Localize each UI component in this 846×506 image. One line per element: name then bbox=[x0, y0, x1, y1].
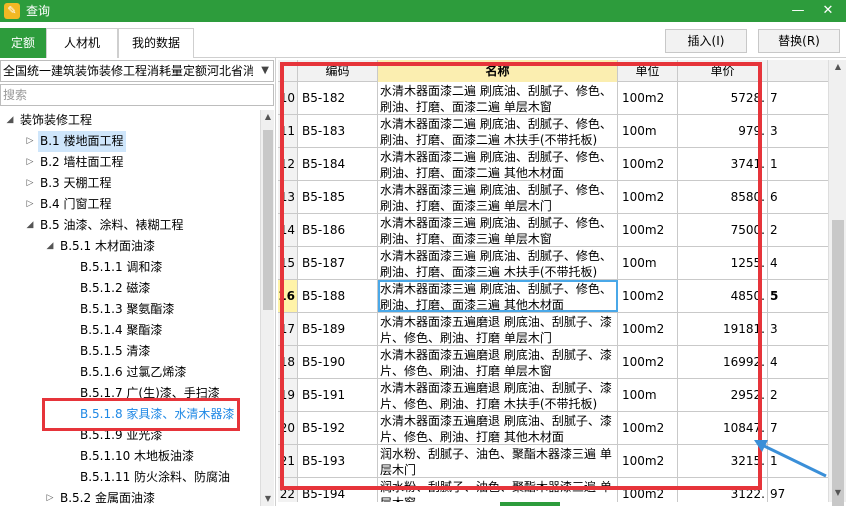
tree-item-label: B.5.1.10 木地板油漆 bbox=[80, 449, 195, 463]
extra-cell: 3 bbox=[768, 313, 828, 345]
close-button[interactable]: ✕ bbox=[814, 0, 842, 22]
tree-item[interactable]: ▷ B.4 门窗工程 bbox=[0, 194, 260, 215]
expand-caret-icon[interactable]: ▷ bbox=[24, 194, 36, 215]
tree-item[interactable]: B.5.1.10 木地板油漆 bbox=[0, 446, 260, 467]
scroll-down-icon[interactable]: ▼ bbox=[831, 486, 845, 500]
title-bar: ✎ 查询 — ✕ bbox=[0, 0, 846, 22]
annotation-box-tree bbox=[42, 398, 240, 431]
tree-item-label: B.5 油漆、涂料、裱糊工程 bbox=[40, 218, 184, 232]
scroll-up-icon[interactable]: ▲ bbox=[261, 110, 275, 124]
tree-item[interactable]: B.5.1.11 防火涂料、防腐油 bbox=[0, 467, 260, 488]
tree-item-label: B.3 天棚工程 bbox=[40, 176, 112, 190]
tree-item[interactable]: B.5.1.2 磁漆 bbox=[0, 278, 260, 299]
expand-caret-icon[interactable]: ▷ bbox=[24, 131, 36, 152]
tree-item-label: B.5.1.3 聚氨酯漆 bbox=[80, 302, 175, 316]
search-box[interactable] bbox=[0, 84, 274, 106]
extra-cell: 6 bbox=[768, 181, 828, 213]
tree-item[interactable]: ▷ B.3 天棚工程 bbox=[0, 173, 260, 194]
tree-scrollbar[interactable]: ▲ ▼ bbox=[260, 110, 274, 506]
tree-item[interactable]: B.5.1.3 聚氨酯漆 bbox=[0, 299, 260, 320]
search-input[interactable] bbox=[1, 85, 273, 105]
tree-item-label: B.5.1.2 磁漆 bbox=[80, 281, 151, 295]
tree-item-label: B.5.1.1 调和漆 bbox=[80, 260, 163, 274]
quota-library-value: 全国统一建筑装饰装修工程消耗量定额河北省消耗 bbox=[3, 64, 253, 78]
tree-item[interactable]: ◢ B.5 油漆、涂料、裱糊工程 bbox=[0, 215, 260, 236]
tree-item[interactable]: ▷ B.5.2 金属面油漆 bbox=[0, 488, 260, 506]
collapse-caret-icon[interactable]: ◢ bbox=[44, 236, 56, 257]
tree-item-label: B.5.2 金属面油漆 bbox=[60, 491, 155, 505]
collapse-caret-icon[interactable]: ◢ bbox=[4, 110, 16, 131]
tree-item-label: B.5.1.5 清漆 bbox=[80, 344, 151, 358]
extra-cell: 7 bbox=[768, 82, 828, 114]
table-scrollbar-thumb[interactable] bbox=[832, 220, 844, 506]
table-scrollbar[interactable]: ▲ ▼ bbox=[828, 60, 846, 506]
expand-caret-icon[interactable]: ▷ bbox=[24, 152, 36, 173]
extra-cell: 4 bbox=[768, 247, 828, 279]
header-extra bbox=[768, 60, 828, 82]
minimize-button[interactable]: — bbox=[784, 0, 812, 22]
replace-button[interactable]: 替换(R) bbox=[758, 29, 840, 53]
chevron-down-icon[interactable]: ▼ bbox=[261, 61, 269, 81]
tab-quota[interactable]: 定额 bbox=[0, 28, 46, 58]
tab-my-data[interactable]: 我的数据 bbox=[118, 28, 194, 58]
tree-item[interactable]: B.5.1.5 清漆 bbox=[0, 341, 260, 362]
tree-item-label: B.5.1 木材面油漆 bbox=[60, 239, 155, 253]
tree-item[interactable]: B.5.1.1 调和漆 bbox=[0, 257, 260, 278]
extra-cell: 1 bbox=[768, 148, 828, 180]
tree-item-label: B.1 楼地面工程 bbox=[38, 131, 126, 152]
scroll-down-icon[interactable]: ▼ bbox=[261, 492, 275, 506]
window-title: 查询 bbox=[26, 4, 51, 18]
chapter-tree: ◢ 装饰装修工程 ▷ B.1 楼地面工程 ▷ B.2 墙柱面工程 ▷ B.3 天棚工程 ▷ B.4… bbox=[0, 110, 260, 506]
scroll-up-icon[interactable]: ▲ bbox=[831, 60, 845, 74]
tree-item-label: B.5.1.6 过氯乙烯漆 bbox=[80, 365, 187, 379]
extra-cell: 97 bbox=[768, 478, 828, 502]
tree-item[interactable]: B.5.1.4 聚酯漆 bbox=[0, 320, 260, 341]
extra-cell: 2 bbox=[768, 214, 828, 246]
tree-item-label: B.4 门窗工程 bbox=[40, 197, 112, 211]
extra-cell: 5 bbox=[768, 280, 828, 312]
app-logo-icon: ✎ bbox=[4, 3, 20, 19]
extra-cell: 4 bbox=[768, 346, 828, 378]
extra-cell: 3 bbox=[768, 115, 828, 147]
expand-caret-icon[interactable]: ▷ bbox=[44, 488, 56, 506]
tree-item-label: B.5.1.4 聚酯漆 bbox=[80, 323, 163, 337]
extra-cell: 2 bbox=[768, 379, 828, 411]
expand-caret-icon[interactable]: ▷ bbox=[24, 173, 36, 194]
annotation-arrow-icon bbox=[754, 440, 827, 478]
tab-labor-material-machine[interactable]: 人材机 bbox=[46, 28, 118, 58]
tree-item-label: 装饰装修工程 bbox=[20, 113, 93, 127]
insert-button[interactable]: 插入(I) bbox=[665, 29, 747, 53]
collapse-caret-icon[interactable]: ◢ bbox=[24, 215, 36, 236]
left-pane: 全国统一建筑装饰装修工程消耗量定额河北省消耗 ▼ ◢装饰装修工程▷B.1 楼地面… bbox=[0, 58, 276, 506]
tree-item[interactable]: B.5.1.6 过氯乙烯漆 bbox=[0, 362, 260, 383]
annotation-box-table bbox=[280, 62, 762, 490]
quota-library-dropdown[interactable]: 全国统一建筑装饰装修工程消耗量定额河北省消耗 ▼ bbox=[0, 60, 274, 82]
tree-item-label: B.5.1.11 防火涂料、防腐油 bbox=[80, 470, 231, 484]
tab-bar: 定额 人材机 我的数据 插入(I) 替换(R) bbox=[0, 22, 846, 58]
tree-scrollbar-thumb[interactable] bbox=[263, 130, 273, 310]
tree-item[interactable]: ◢ B.5.1 木材面油漆 bbox=[0, 236, 260, 257]
tree-item[interactable]: ▷ B.2 墙柱面工程 bbox=[0, 152, 260, 173]
status-indicator bbox=[500, 502, 560, 506]
tree-item[interactable]: ▷ B.1 楼地面工程 bbox=[0, 131, 260, 152]
tree-item-label: B.2 墙柱面工程 bbox=[40, 155, 124, 169]
tree-item[interactable]: ◢ 装饰装修工程 bbox=[0, 110, 260, 131]
